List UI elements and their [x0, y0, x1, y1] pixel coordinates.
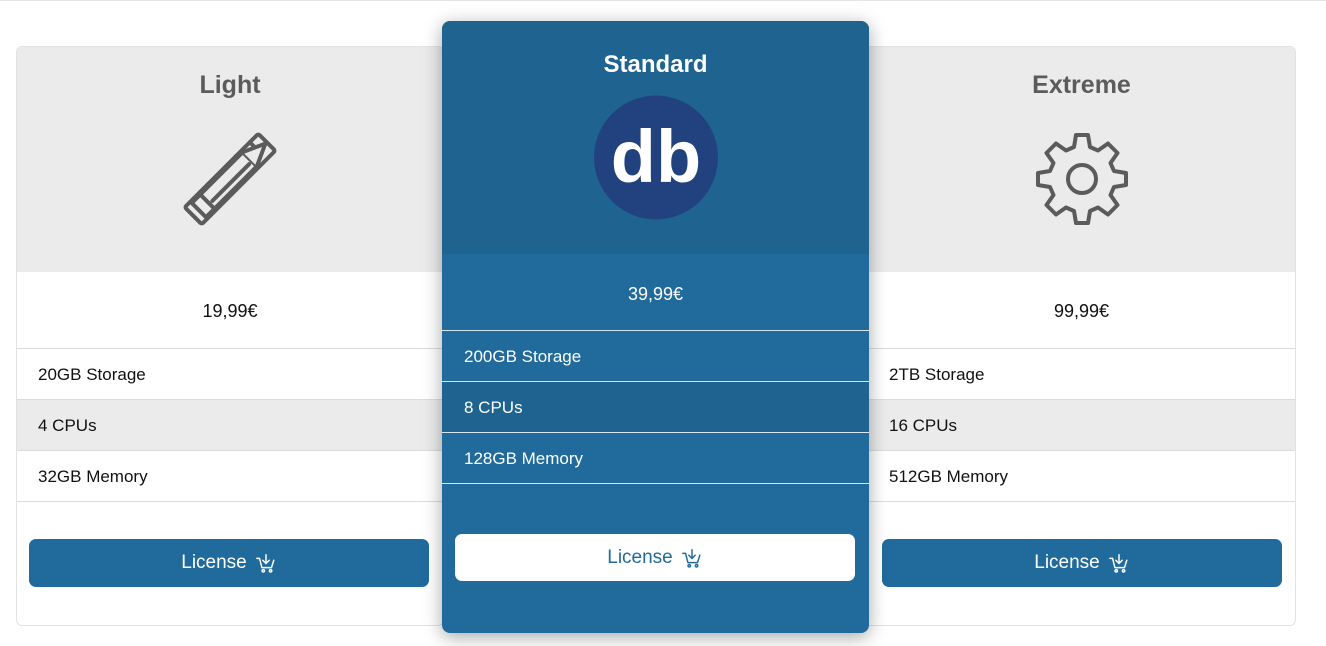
pencil-ruler-icon: [183, 132, 277, 226]
gear-icon: [1036, 133, 1128, 225]
cart-download-icon: [681, 548, 701, 568]
feature-cpus: 16 CPUs: [868, 400, 1295, 451]
db-logo: db: [593, 95, 718, 220]
plan-price: 99,99€: [868, 272, 1295, 349]
feature-storage: 20GB Storage: [17, 349, 443, 400]
plan-header: Light: [17, 47, 443, 272]
plan-card-standard: Standard db 39,99€ 200GB Storage 8 CPUs …: [442, 21, 869, 633]
feature-memory: 512GB Memory: [868, 451, 1295, 502]
feature-cpus: 4 CPUs: [17, 400, 443, 451]
plan-header: Extreme: [868, 47, 1295, 272]
cart-download-icon: [1108, 554, 1128, 573]
feature-memory: 32GB Memory: [17, 451, 443, 502]
license-button-label: License: [607, 546, 673, 568]
plan-title: Standard: [603, 51, 708, 78]
license-button-standard[interactable]: License: [455, 534, 855, 581]
plan-price: 39,99€: [442, 254, 869, 331]
svg-text:db: db: [610, 115, 700, 198]
plan-price: 19,99€: [17, 272, 443, 349]
license-button-extreme[interactable]: License: [882, 539, 1282, 587]
license-button-label: License: [1034, 552, 1100, 573]
feature-cpus: 8 CPUs: [442, 382, 869, 433]
license-button-label: License: [181, 552, 247, 573]
plan-card-extreme: Extreme 99,99€ 2TB Storage 16 CPUs 512GB…: [868, 46, 1296, 626]
feature-memory: 128GB Memory: [442, 433, 869, 484]
license-button-light[interactable]: License: [29, 539, 429, 587]
cart-download-icon: [255, 554, 275, 573]
plan-title: Extreme: [1032, 71, 1131, 99]
plan-header: Standard db: [442, 21, 869, 254]
plan-card-light: Light 19,99€ 20GB Storage 4 CPUs 32GB Me…: [16, 46, 444, 626]
feature-storage: 2TB Storage: [868, 349, 1295, 400]
top-divider: [0, 0, 1326, 1]
plan-title: Light: [199, 71, 261, 99]
feature-storage: 200GB Storage: [442, 331, 869, 382]
